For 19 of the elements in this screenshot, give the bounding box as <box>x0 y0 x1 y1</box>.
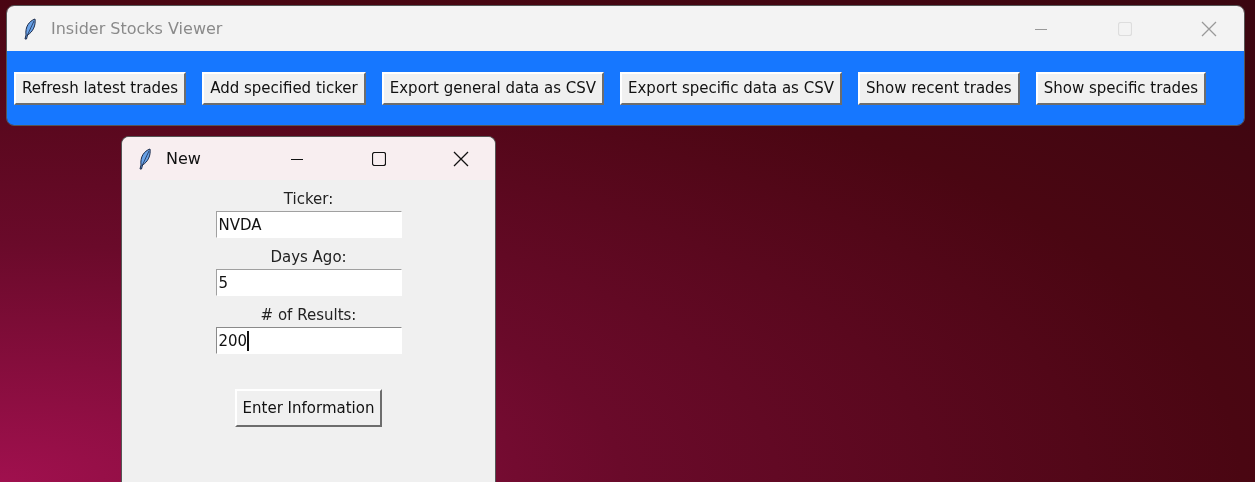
field-label: # of Results: <box>260 305 357 326</box>
toolbar-button[interactable]: Export specific data as CSV <box>620 71 842 105</box>
close-icon[interactable] <box>453 150 469 167</box>
window-title: Insider Stocks Viewer <box>51 19 224 38</box>
toolbar-button[interactable]: Show recent trades <box>857 71 1020 105</box>
field-label: Ticker: <box>283 189 334 210</box>
toolbar-button[interactable]: Refresh latest trades <box>14 71 187 105</box>
feather-icon <box>138 147 152 170</box>
enter-button[interactable]: Enter Information <box>234 389 383 427</box>
toolbar-button[interactable]: Show specific trades <box>1035 71 1207 105</box>
field-label: Days Ago: <box>270 247 347 268</box>
input-field[interactable]: 200 <box>215 327 402 354</box>
input-field[interactable]: 5 <box>215 269 402 296</box>
maximize-icon[interactable] <box>372 151 386 166</box>
toolbar-button[interactable]: Add specified ticker <box>202 71 366 105</box>
input-field[interactable]: NVDA <box>215 211 402 238</box>
window-title: New <box>166 149 202 168</box>
feather-icon <box>23 17 37 40</box>
toolbar-button[interactable]: Export general data as CSV <box>381 71 604 105</box>
